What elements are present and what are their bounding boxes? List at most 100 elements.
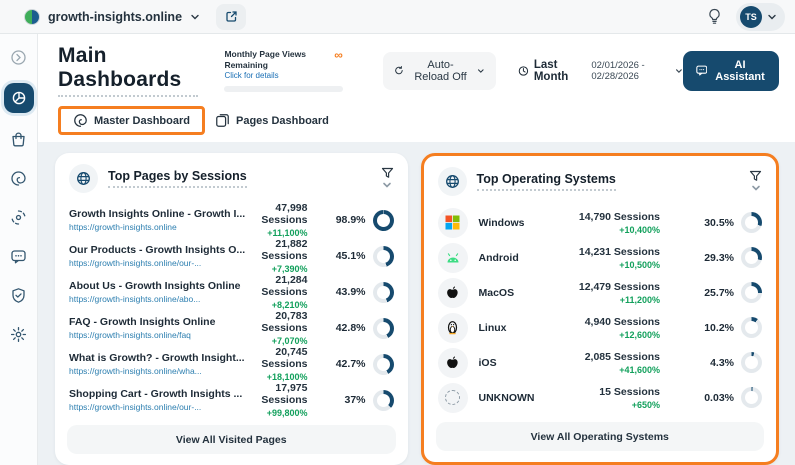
percent-donut bbox=[741, 212, 762, 233]
page-url-link[interactable]: https://growth-insights.online/wha... bbox=[69, 366, 245, 376]
filter-button[interactable] bbox=[749, 170, 762, 193]
pie-chart-icon bbox=[12, 91, 25, 105]
lightbulb-icon bbox=[709, 8, 720, 24]
table-row[interactable]: About Us - Growth Insights Online https:… bbox=[69, 274, 394, 310]
external-link-icon bbox=[225, 11, 237, 22]
share-percent: 30.5% bbox=[704, 216, 734, 229]
sidebar-item-security[interactable] bbox=[6, 282, 32, 308]
chevron-down-icon bbox=[675, 68, 682, 73]
percent-donut bbox=[372, 317, 394, 339]
table-row[interactable]: FAQ - Growth Insights Online https://gro… bbox=[69, 310, 394, 346]
date-range-text: 02/01/2026 - 02/28/2026 bbox=[591, 59, 645, 82]
open-site-button[interactable] bbox=[216, 3, 247, 30]
table-row[interactable]: Linux 4,940 Sessions +12,600% 10.2% bbox=[437, 310, 762, 345]
sidebar-item-store[interactable] bbox=[6, 126, 32, 152]
sessions-count: 21,284 Sessions bbox=[261, 274, 308, 298]
top-bar: growth-insights.online TS bbox=[0, 0, 795, 34]
tab-pages-dashboard[interactable]: Pages Dashboard bbox=[205, 107, 339, 134]
page-url-link[interactable]: https://growth-insights.online/faq bbox=[69, 330, 245, 340]
percent-donut bbox=[372, 281, 394, 303]
sessions-count: 12,479 Sessions bbox=[578, 280, 660, 293]
table-row[interactable]: Our Products - Growth Insights O... http… bbox=[69, 238, 394, 274]
change-percent: +8,210% bbox=[271, 300, 308, 310]
percent-donut bbox=[741, 352, 762, 373]
page-title: Main Dashboards bbox=[58, 44, 199, 97]
pages-icon bbox=[216, 114, 229, 127]
monthly-views-label: Monthly Page Views Remaining bbox=[224, 48, 306, 70]
auto-reload-dropdown[interactable]: Auto-Reload Off bbox=[382, 51, 496, 90]
share-percent: 37% bbox=[344, 394, 366, 406]
shop-bag-icon bbox=[12, 131, 25, 146]
page-url-link[interactable]: https://growth-insights.online/our-... bbox=[69, 402, 245, 412]
top-pages-card: Top Pages by Sessions Growth Insights On… bbox=[55, 153, 408, 465]
sessions-count: 14,231 Sessions bbox=[578, 245, 660, 258]
auto-reload-label: Auto-Reload Off bbox=[414, 58, 467, 83]
filter-funnel-icon bbox=[381, 167, 393, 178]
table-row[interactable]: MacOS 12,479 Sessions +11,200% 25.7% bbox=[437, 275, 762, 310]
apple-logo-icon bbox=[437, 277, 468, 308]
table-row[interactable]: What is Growth? - Growth Insight... http… bbox=[69, 346, 394, 382]
table-row[interactable]: Android 14,231 Sessions +10,500% 29.3% bbox=[437, 240, 762, 275]
browser-icon bbox=[69, 164, 98, 193]
date-range-selector[interactable]: 02/01/2026 - 02/28/2026 bbox=[591, 60, 682, 82]
sidebar-item-goals[interactable] bbox=[6, 204, 32, 230]
percent-donut bbox=[372, 389, 394, 411]
android-logo-icon bbox=[437, 242, 468, 273]
share-percent: 98.9% bbox=[335, 214, 366, 226]
sidebar-item-master-dashboard[interactable] bbox=[6, 165, 32, 191]
table-row[interactable]: Shopping Cart - Growth Insights ... http… bbox=[69, 382, 394, 418]
tab-master-dashboard[interactable]: Master Dashboard bbox=[58, 106, 205, 135]
table-row[interactable]: iOS 2,085 Sessions +41,600% 4.3% bbox=[437, 345, 762, 380]
os-name: Android bbox=[478, 251, 519, 264]
sessions-count: 47,998 Sessions bbox=[261, 202, 308, 226]
page-url-link[interactable]: https://growth-insights.online bbox=[69, 222, 245, 232]
ai-assistant-button[interactable]: AI Assistant bbox=[682, 50, 780, 91]
period-selector[interactable]: Last Month bbox=[518, 59, 581, 83]
monthly-page-views-widget: Monthly Page Views Remaining Click for d… bbox=[224, 47, 343, 93]
clock-icon bbox=[518, 65, 529, 76]
sessions-count: 4,940 Sessions bbox=[584, 315, 660, 328]
page-url-link[interactable]: https://growth-insights.online/abo... bbox=[69, 294, 245, 304]
chevron-down-icon bbox=[768, 14, 776, 19]
page-url-link[interactable]: https://growth-insights.online/our-... bbox=[69, 258, 245, 268]
chevron-down-icon bbox=[751, 185, 760, 191]
change-percent: +10,400% bbox=[619, 224, 660, 235]
tab-label: Master Dashboard bbox=[94, 114, 190, 127]
change-percent: +41,600% bbox=[619, 364, 660, 375]
user-menu[interactable]: TS bbox=[736, 2, 785, 31]
chevron-down-icon bbox=[191, 14, 199, 19]
change-percent: +11,200% bbox=[619, 294, 660, 305]
sessions-count: 14,790 Sessions bbox=[578, 210, 660, 223]
chat-icon bbox=[11, 249, 26, 263]
share-percent: 43.9% bbox=[335, 286, 366, 298]
sidebar bbox=[0, 34, 38, 465]
sidebar-item-settings[interactable] bbox=[6, 321, 32, 347]
ai-assistant-label: AI Assistant bbox=[715, 58, 765, 83]
unknown-os-icon bbox=[437, 382, 468, 413]
change-percent: +7,070% bbox=[271, 336, 308, 346]
filter-funnel-icon bbox=[749, 170, 762, 181]
view-all-visited-pages-button[interactable]: View All Visited Pages bbox=[67, 425, 396, 454]
table-row[interactable]: UNKNOWN 15 Sessions +650% 0.03% bbox=[437, 380, 762, 415]
page-header: Main Dashboards Monthly Page Views Remai… bbox=[38, 34, 795, 142]
sidebar-item-chat[interactable] bbox=[6, 243, 32, 269]
infinity-remaining: ∞ bbox=[334, 47, 343, 62]
filter-button[interactable] bbox=[381, 167, 394, 190]
shield-check-icon bbox=[12, 287, 25, 303]
tips-button[interactable] bbox=[707, 8, 722, 25]
click-for-details-link[interactable]: Click for details bbox=[224, 71, 334, 80]
table-row[interactable]: Windows 14,790 Sessions +10,400% 30.5% bbox=[437, 205, 762, 240]
linux-logo-icon bbox=[437, 312, 468, 343]
card-title: Top Operating Systems bbox=[476, 172, 616, 191]
domain-name: growth-insights.online bbox=[48, 9, 183, 24]
sidebar-expand-button[interactable] bbox=[6, 44, 32, 70]
period-label: Last Month bbox=[533, 58, 569, 83]
share-percent: 0.03% bbox=[704, 391, 734, 404]
os-name: Linux bbox=[478, 321, 507, 334]
tab-label: Pages Dashboard bbox=[235, 114, 329, 127]
view-all-operating-systems-button[interactable]: View All Operating Systems bbox=[435, 422, 764, 451]
domain-selector[interactable]: growth-insights.online bbox=[24, 8, 200, 25]
table-row[interactable]: Growth Insights Online - Growth I... htt… bbox=[69, 202, 394, 238]
sidebar-item-dashboards[interactable] bbox=[3, 83, 34, 113]
site-favicon-icon bbox=[24, 8, 40, 25]
